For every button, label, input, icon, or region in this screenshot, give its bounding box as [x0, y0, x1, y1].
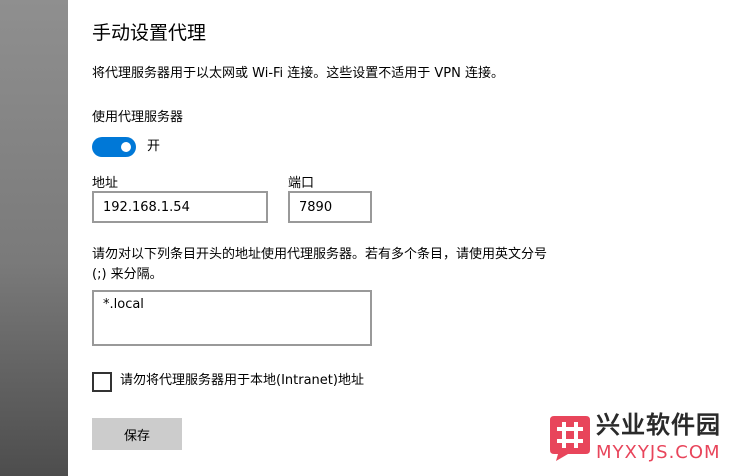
bypass-local-label: 请勿将代理服务器用于本地(Intranet)地址 — [120, 373, 364, 388]
address-input[interactable] — [92, 191, 268, 223]
exceptions-input[interactable]: *.local — [92, 290, 372, 346]
navigation-pane-edge — [0, 0, 68, 476]
bypass-local-checkbox[interactable] — [92, 372, 112, 392]
save-button[interactable]: 保存 — [92, 418, 182, 450]
settings-window: 手动设置代理 将代理服务器用于以太网或 Wi-Fi 连接。这些设置不适用于 VP… — [0, 0, 754, 476]
watermark-title: 兴业软件园 — [596, 411, 721, 439]
page-title: 手动设置代理 — [92, 22, 207, 44]
site-watermark: 兴业软件园 MYXYJS.COM — [548, 408, 748, 468]
toggle-state-label: 开 — [147, 139, 161, 154]
exceptions-description: 请勿对以下列条目开头的地址使用代理服务器。若有多个条目，请使用英文分号 (;) … — [92, 247, 548, 282]
use-proxy-toggle[interactable] — [92, 137, 136, 157]
port-input[interactable] — [288, 191, 372, 223]
watermark-logo-icon — [550, 416, 590, 461]
page-description: 将代理服务器用于以太网或 Wi-Fi 连接。这些设置不适用于 VPN 连接。 — [92, 66, 505, 81]
proxy-settings-panel: 手动设置代理 将代理服务器用于以太网或 Wi-Fi 连接。这些设置不适用于 VP… — [68, 0, 754, 476]
use-proxy-label: 使用代理服务器 — [92, 110, 184, 125]
watermark-url: MYXYJS.COM — [596, 442, 721, 463]
toggle-knob — [121, 142, 131, 152]
